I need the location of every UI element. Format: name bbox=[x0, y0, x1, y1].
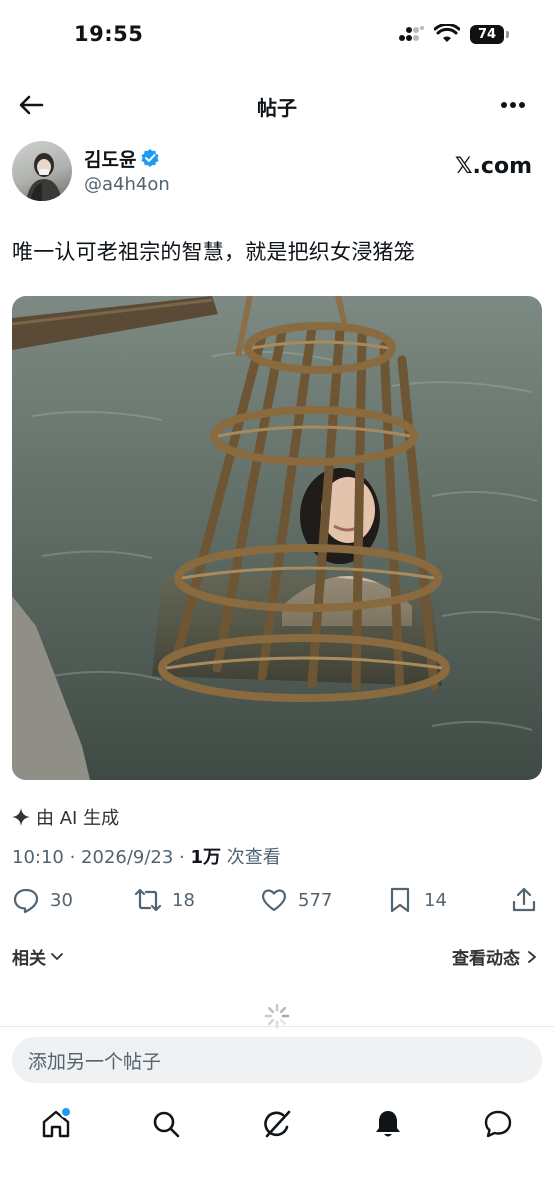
messages-icon bbox=[484, 1110, 512, 1138]
avatar-photo bbox=[26, 153, 62, 201]
post-text: 唯一认可老祖宗的智慧，就是把织女浸猪笼 bbox=[12, 240, 415, 264]
tab-home[interactable] bbox=[40, 1106, 72, 1140]
like-button[interactable]: 577 bbox=[260, 886, 332, 914]
status-time: 19:55 bbox=[74, 22, 144, 46]
author-name[interactable]: 김도윤 bbox=[84, 145, 136, 172]
notifications-bell-icon bbox=[376, 1111, 400, 1137]
divider bbox=[0, 1026, 554, 1027]
avatar[interactable] bbox=[12, 141, 72, 201]
reply-count: 30 bbox=[50, 889, 73, 911]
reply-input[interactable]: 添加另一个帖子 bbox=[12, 1037, 542, 1083]
repost-count: 18 bbox=[172, 889, 195, 911]
views-count: 1万 bbox=[190, 847, 222, 868]
battery-indicator: 74 bbox=[470, 24, 509, 44]
tab-search[interactable] bbox=[150, 1108, 182, 1140]
view-activity-label: 查看动态 bbox=[452, 949, 520, 969]
repost-button[interactable]: 18 bbox=[134, 886, 195, 914]
related-label: 相关 bbox=[12, 949, 46, 969]
chevron-right-icon bbox=[528, 950, 536, 963]
cage-in-water-photo bbox=[12, 296, 542, 780]
share-button[interactable] bbox=[510, 886, 538, 914]
view-activity-link[interactable]: 查看动态 bbox=[452, 944, 538, 969]
share-icon bbox=[512, 887, 536, 912]
tab-messages[interactable] bbox=[482, 1108, 514, 1140]
post-image[interactable] bbox=[12, 296, 542, 780]
page-title: 帖子 bbox=[257, 96, 297, 120]
post-meta: 10:10 · 2026/9/23 · 1万 次查看 bbox=[12, 843, 281, 869]
action-bar: 30 18 577 14 bbox=[0, 886, 554, 916]
sparkle-icon bbox=[12, 808, 30, 826]
x-com-logo: 𝕏.com bbox=[454, 154, 532, 179]
verified-badge-icon bbox=[141, 149, 159, 167]
repost-icon bbox=[134, 888, 162, 912]
author-handle[interactable]: @a4h4on bbox=[84, 174, 170, 195]
chevron-down-icon bbox=[51, 952, 63, 960]
status-icons: 74 bbox=[398, 24, 509, 44]
reply-icon bbox=[13, 888, 39, 914]
bottom-tab-bar bbox=[0, 1100, 554, 1150]
cellular-signal-icon bbox=[399, 26, 424, 41]
ai-label-text: 由 AI 生成 bbox=[36, 808, 120, 829]
tab-grok[interactable] bbox=[261, 1108, 293, 1140]
heart-icon bbox=[262, 889, 286, 912]
ai-generated-label: 由 AI 生成 bbox=[12, 804, 119, 830]
bookmark-icon bbox=[390, 887, 410, 913]
tab-notifications[interactable] bbox=[372, 1108, 404, 1140]
views-label: 次查看 bbox=[221, 847, 281, 868]
notification-dot bbox=[60, 1106, 72, 1118]
grok-icon bbox=[264, 1110, 291, 1138]
like-count: 577 bbox=[298, 889, 333, 911]
wifi-icon bbox=[434, 24, 460, 42]
more-options-icon[interactable] bbox=[500, 100, 526, 110]
search-icon bbox=[153, 1111, 180, 1138]
bookmark-count: 14 bbox=[424, 889, 447, 911]
related-toggle[interactable]: 相关 bbox=[12, 944, 64, 969]
bookmark-button[interactable]: 14 bbox=[386, 886, 447, 914]
reply-button[interactable]: 30 bbox=[12, 886, 73, 914]
post-timestamp: 10:10 · 2026/9/23 · bbox=[12, 847, 191, 868]
